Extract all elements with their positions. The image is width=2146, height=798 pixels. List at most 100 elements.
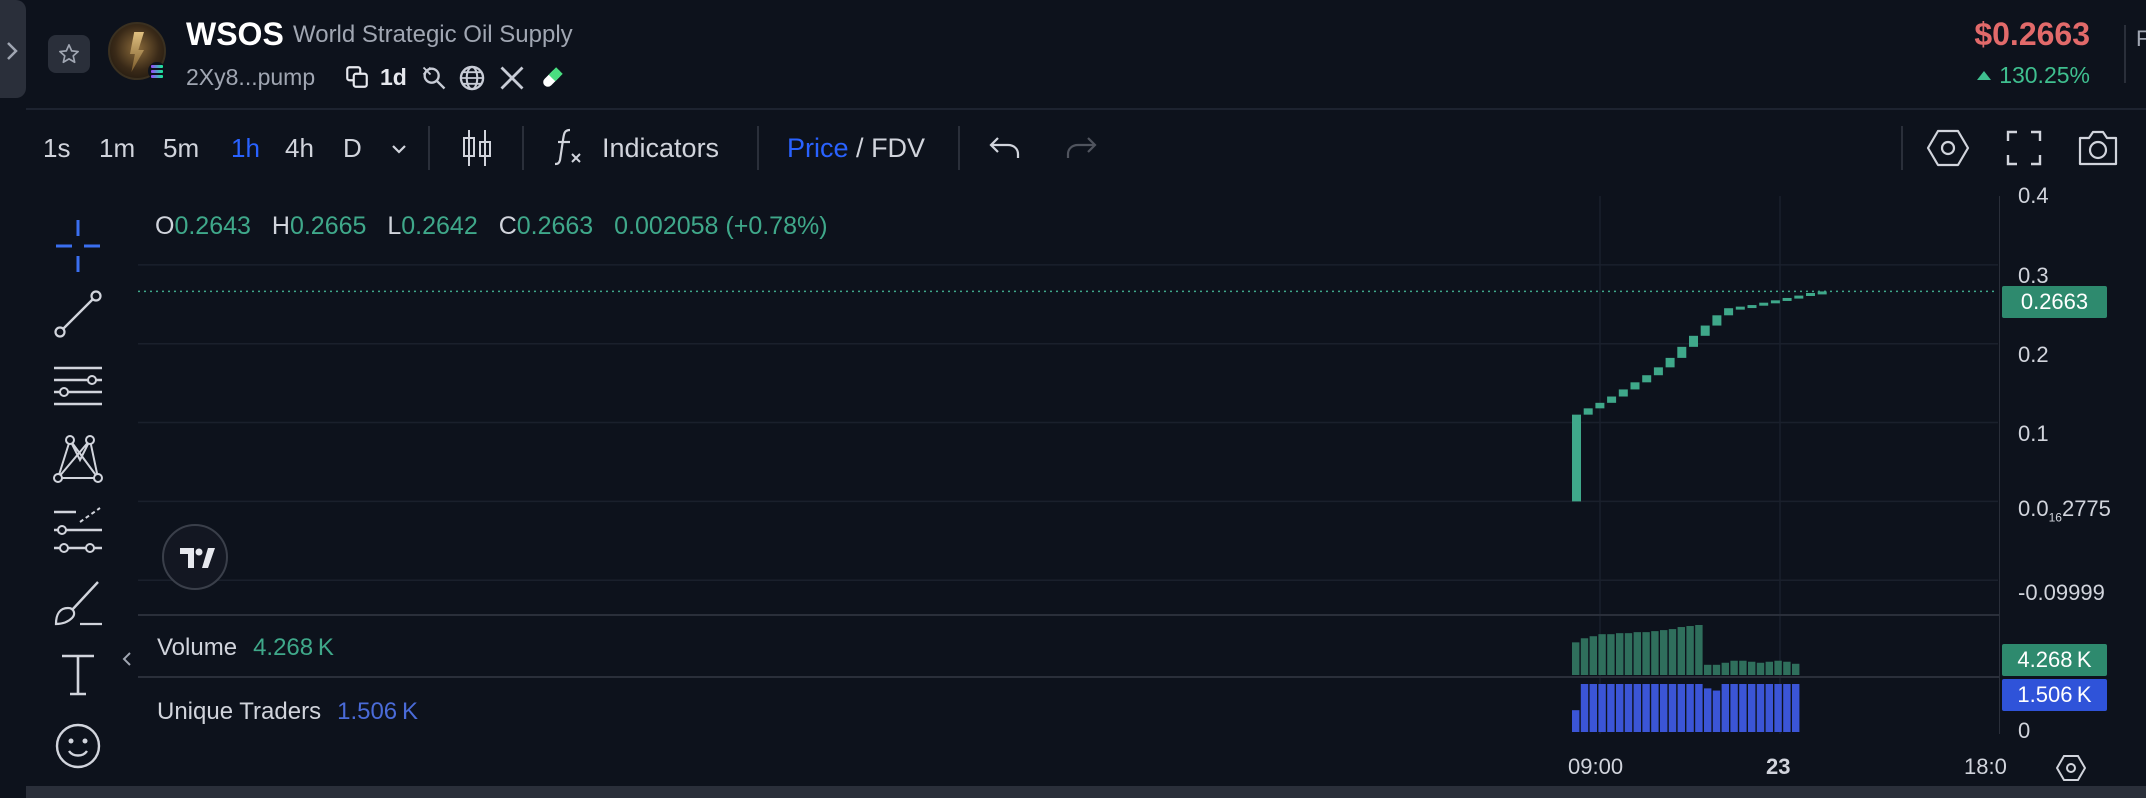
- y-tick-label-zero: 0.0162775: [2018, 496, 2111, 524]
- volume-bar: [1624, 633, 1633, 675]
- close-value: 0.2663: [516, 212, 594, 240]
- price-change-value: 130.25%: [1999, 62, 2090, 88]
- header-rule: [26, 108, 2146, 110]
- volume-bar: [1642, 632, 1650, 675]
- text-icon[interactable]: [50, 646, 106, 702]
- toggle-separator: /: [856, 133, 864, 163]
- copy-icon[interactable]: [344, 64, 370, 90]
- candle: [1665, 357, 1675, 368]
- price-option[interactable]: Price: [787, 133, 849, 163]
- candlestick-type-icon[interactable]: [460, 128, 494, 168]
- candle: [1712, 315, 1722, 326]
- volume-bar: [1607, 634, 1615, 675]
- unique-traders-bar: [1572, 710, 1580, 732]
- unique-traders-bar: [1765, 684, 1773, 732]
- candle: [1677, 346, 1687, 358]
- toolbar-divider: [757, 126, 759, 170]
- candle: [1817, 291, 1827, 295]
- unique-traders-bar: [1712, 690, 1721, 732]
- pill-icon[interactable]: [538, 64, 566, 92]
- unique-traders-bar: [1580, 684, 1589, 732]
- indicators-button[interactable]: Indicators: [602, 133, 719, 164]
- candle: [1583, 408, 1593, 415]
- tradingview-logo[interactable]: [162, 524, 228, 590]
- volume-bar: [1739, 660, 1747, 675]
- token-age: 1d: [380, 64, 407, 90]
- candle: [1595, 402, 1605, 409]
- price-fdv-toggle[interactable]: Price / FDV: [787, 133, 925, 164]
- chart-grid: [138, 196, 2000, 734]
- unique-traders-bar: [1642, 684, 1650, 732]
- price-chart[interactable]: [138, 196, 2000, 734]
- y-tick-zero-tail: 2775: [2061, 496, 2111, 521]
- indicators-fx-icon[interactable]: [553, 126, 587, 166]
- forecast-icon[interactable]: [50, 502, 106, 558]
- trend-line-icon[interactable]: [50, 286, 106, 342]
- low-key: L: [387, 212, 402, 240]
- high-value: 0.2665: [289, 212, 367, 240]
- timeframe-4h[interactable]: 4h: [285, 133, 314, 164]
- fdv-option[interactable]: FDV: [871, 133, 925, 163]
- timeframe-1m[interactable]: 1m: [99, 133, 135, 164]
- timeframe-5m[interactable]: 5m: [163, 133, 199, 164]
- tradingview-logo-icon: [180, 548, 215, 568]
- volume-label: Volume: [157, 634, 238, 661]
- candles: [1572, 291, 1827, 502]
- unique-traders-bar: [1704, 688, 1712, 732]
- y-tick-label: 0.2: [2018, 342, 2049, 367]
- candle: [1689, 335, 1698, 347]
- timeframe-1s[interactable]: 1s: [43, 133, 70, 164]
- volume-bar: [1589, 636, 1597, 675]
- unique-traders-bar: [1616, 684, 1624, 732]
- candle: [1653, 367, 1663, 376]
- current-price: $0.2663: [1974, 16, 2090, 52]
- star-icon: [59, 44, 79, 64]
- redo-icon[interactable]: [1064, 132, 1098, 162]
- screenshot-camera-icon[interactable]: [2076, 128, 2120, 168]
- candle: [1618, 389, 1628, 397]
- close-key: C: [498, 212, 517, 240]
- axis-settings-icon[interactable]: [2056, 754, 2086, 782]
- fullscreen-icon[interactable]: [2006, 130, 2042, 166]
- timeframe-1h[interactable]: 1h: [231, 133, 260, 164]
- settings-hexagon-icon[interactable]: [1926, 128, 1970, 168]
- unique-traders-bar: [1607, 684, 1615, 732]
- y-tick-label: 0.4: [2018, 183, 2049, 208]
- emoji-icon[interactable]: [50, 718, 106, 774]
- collapse-toolbar-chevron-icon[interactable]: [120, 648, 134, 670]
- token-address[interactable]: 2Xy8...pump: [186, 64, 315, 91]
- search-x-icon[interactable]: [420, 64, 448, 92]
- unique-traders-bar: [1756, 684, 1765, 732]
- volume-bar: [1756, 662, 1765, 675]
- unique-traders-bar: [1677, 684, 1685, 732]
- candle: [1630, 382, 1640, 390]
- timeframe-d[interactable]: D: [343, 133, 362, 164]
- candle: [1782, 297, 1792, 301]
- x-tick-label: 18:0: [1964, 754, 2007, 779]
- globe-icon[interactable]: [458, 64, 486, 92]
- x-twitter-icon[interactable]: [498, 64, 526, 92]
- toolbar-divider: [1901, 126, 1903, 170]
- y-tick-label: -0.09999: [2018, 580, 2105, 605]
- pattern-icon[interactable]: [50, 430, 106, 486]
- candle: [1806, 292, 1815, 296]
- ohlc-legend: O0.2643 H0.2665 L0.2642 C0.2663 0.002058…: [155, 212, 842, 241]
- expand-sidebar-button[interactable]: [0, 0, 26, 98]
- favorite-button[interactable]: [48, 35, 90, 73]
- candle: [1607, 396, 1617, 403]
- unique-traders-bar: [1783, 684, 1791, 732]
- y-tick-label: 0.1: [2018, 421, 2049, 446]
- unique-traders-value: 1.506 K: [337, 698, 418, 725]
- unique-traders-bars: [1572, 684, 1800, 732]
- chevron-right-icon: [7, 42, 18, 60]
- current-price-tag: 0.2663: [2002, 286, 2107, 318]
- undo-icon[interactable]: [988, 132, 1022, 162]
- chevron-down-icon[interactable]: [388, 138, 410, 160]
- low-value: 0.2642: [401, 212, 478, 240]
- volume-bar: [1677, 627, 1685, 675]
- unique-traders-label: Unique Traders: [157, 698, 322, 725]
- horizontal-lines-icon[interactable]: [50, 358, 106, 414]
- crosshair-icon[interactable]: [50, 218, 106, 274]
- brush-icon[interactable]: [50, 574, 106, 630]
- horizontal-scrollbar[interactable]: [26, 786, 2146, 798]
